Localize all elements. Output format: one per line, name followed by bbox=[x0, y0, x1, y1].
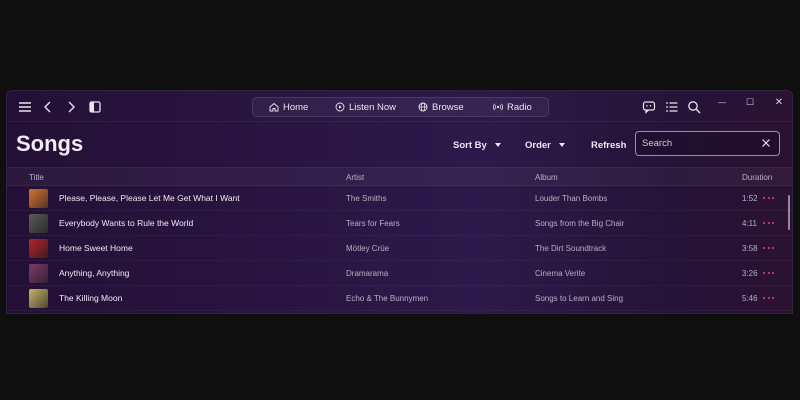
song-artist: Echo & The Bunnymen bbox=[346, 294, 429, 303]
song-duration: 4:11 bbox=[742, 219, 757, 228]
more-options-icon[interactable] bbox=[763, 222, 774, 225]
nav-radio-label: Radio bbox=[507, 101, 532, 113]
maximize-glyph: ☐ bbox=[745, 96, 755, 107]
table-row[interactable]: Everybody Wants to Rule the World Tears f… bbox=[7, 211, 792, 236]
home-icon bbox=[269, 102, 279, 112]
radio-icon bbox=[493, 103, 503, 111]
back-arrow-icon[interactable] bbox=[40, 99, 56, 115]
close-icon[interactable] bbox=[760, 137, 772, 149]
chevron-down-icon bbox=[494, 143, 501, 147]
song-duration: 3:26 bbox=[742, 269, 758, 278]
close-button[interactable]: ✕ bbox=[772, 96, 786, 108]
song-album: Songs from the Big Chair bbox=[535, 219, 625, 228]
table-row[interactable]: Anything, Anything Dramarama Cinema Verite… bbox=[7, 261, 792, 286]
column-header-duration[interactable]: Duration bbox=[742, 173, 772, 182]
table-header: Title Artist Album Duration bbox=[7, 167, 792, 186]
song-album: Cinema Verite bbox=[535, 269, 586, 278]
nav-home-label: Home bbox=[283, 101, 309, 113]
minimize-button[interactable]: — bbox=[715, 96, 729, 108]
nav-pill: Home Listen Now Browse Radio bbox=[252, 97, 549, 117]
search-input[interactable] bbox=[642, 135, 754, 152]
titlebar: Home Listen Now Browse Radio — ☐ ✕ bbox=[7, 91, 792, 122]
order-dropdown[interactable]: Order bbox=[525, 138, 565, 152]
album-art-thumbnail bbox=[29, 264, 48, 283]
album-art-thumbnail bbox=[29, 239, 48, 258]
album-art-thumbnail bbox=[29, 189, 48, 208]
nav-listen-now-label: Listen Now bbox=[349, 101, 396, 113]
column-header-album[interactable]: Album bbox=[535, 173, 558, 182]
song-title: Anything, Anything bbox=[59, 268, 130, 278]
nav-home[interactable]: Home bbox=[269, 98, 308, 116]
table-row[interactable]: The Killing Moon Echo & The Bunnymen Songs… bbox=[7, 286, 792, 311]
globe-icon bbox=[418, 102, 428, 112]
songs-table: Title Artist Album Duration Please, Plea… bbox=[7, 167, 792, 311]
order-label: Order bbox=[525, 139, 551, 151]
nav-listen-now[interactable]: Listen Now bbox=[335, 98, 396, 116]
more-options-icon[interactable] bbox=[763, 297, 774, 300]
play-circle-icon bbox=[335, 102, 345, 112]
table-row[interactable]: Home Sweet Home Mötley Crüe The Dirt Sound… bbox=[7, 236, 792, 261]
song-duration: 3:58 bbox=[742, 244, 758, 253]
song-album: Louder Than Bombs bbox=[535, 194, 608, 203]
song-duration: 5:46 bbox=[742, 294, 758, 303]
sort-by-dropdown[interactable]: Sort By bbox=[453, 138, 501, 152]
sidebar-toggle-icon[interactable] bbox=[87, 99, 103, 115]
search-icon[interactable] bbox=[686, 99, 702, 115]
song-artist: The Smiths bbox=[346, 194, 387, 203]
scrollbar[interactable] bbox=[788, 195, 790, 230]
chevron-down-icon bbox=[558, 143, 565, 147]
sort-by-label: Sort By bbox=[453, 139, 487, 151]
album-art-thumbnail bbox=[29, 289, 48, 308]
table-body: Please, Please, Please Let Me Get What I… bbox=[7, 186, 792, 311]
more-options-icon[interactable] bbox=[763, 197, 774, 200]
app-window: Home Listen Now Browse Radio — ☐ ✕ Songs… bbox=[6, 90, 793, 314]
maximize-button[interactable]: ☐ bbox=[743, 96, 757, 108]
minimize-glyph: — bbox=[718, 97, 726, 107]
column-header-artist[interactable]: Artist bbox=[346, 173, 364, 182]
song-artist: Dramarama bbox=[346, 269, 389, 278]
album-art-thumbnail bbox=[29, 214, 48, 233]
lyrics-chat-icon[interactable] bbox=[641, 99, 657, 115]
song-album: The Dirt Soundtrack bbox=[535, 244, 607, 253]
song-artist: Tears for Fears bbox=[346, 219, 400, 228]
search-box bbox=[635, 131, 780, 156]
song-title: The Killing Moon bbox=[59, 293, 123, 303]
song-title: Home Sweet Home bbox=[59, 243, 133, 253]
song-title: Everybody Wants to Rule the World bbox=[59, 218, 194, 228]
page-header: Songs Sort By Order Refresh bbox=[7, 122, 792, 167]
song-album: Songs to Learn and Sing bbox=[535, 294, 624, 303]
nav-browse[interactable]: Browse bbox=[418, 98, 464, 116]
nav-radio[interactable]: Radio bbox=[493, 98, 532, 116]
more-options-icon[interactable] bbox=[763, 247, 774, 250]
song-title: Please, Please, Please Let Me Get What I… bbox=[59, 193, 240, 203]
column-header-title[interactable]: Title bbox=[29, 173, 44, 182]
song-artist: Mötley Crüe bbox=[346, 244, 390, 253]
song-duration: 1:52 bbox=[742, 194, 758, 203]
refresh-label: Refresh bbox=[591, 139, 627, 151]
nav-browse-label: Browse bbox=[432, 101, 464, 113]
queue-list-icon[interactable] bbox=[664, 99, 680, 115]
refresh-button[interactable]: Refresh bbox=[591, 138, 626, 152]
table-row[interactable]: Please, Please, Please Let Me Get What I… bbox=[7, 186, 792, 211]
more-options-icon[interactable] bbox=[763, 272, 774, 275]
hamburger-menu-icon[interactable] bbox=[17, 99, 33, 115]
close-glyph: ✕ bbox=[774, 96, 784, 108]
forward-arrow-icon[interactable] bbox=[63, 99, 79, 115]
page-title: Songs bbox=[16, 131, 84, 156]
